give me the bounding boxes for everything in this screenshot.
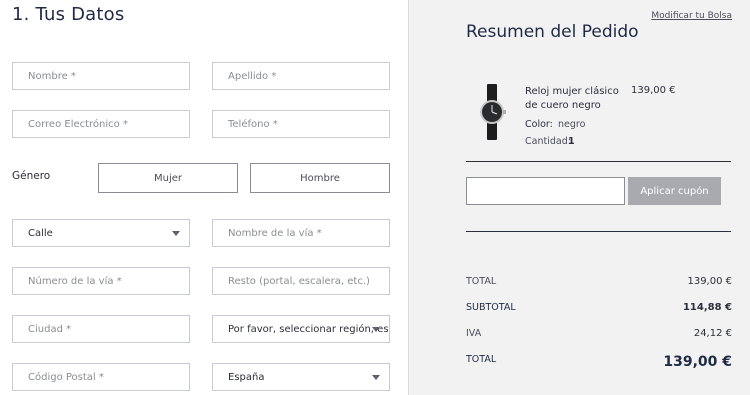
coupon-input[interactable] xyxy=(466,177,625,205)
postal-code-input[interactable]: Código Postal * xyxy=(12,363,190,391)
resto-input[interactable]: Resto (portal, escalera, etc.) xyxy=(212,267,390,295)
product-qty-label: Cantidad: xyxy=(525,136,571,147)
iva-value: 24,12 € xyxy=(693,328,732,339)
apellido-input[interactable]: Apellido * xyxy=(212,62,390,90)
product-color-label: Color: xyxy=(525,119,553,130)
email-input[interactable]: Correo Electrónico * xyxy=(12,110,190,138)
via-numero-input[interactable]: Número de la vía * xyxy=(12,267,190,295)
country-value: España xyxy=(228,371,265,383)
street-type-value: Calle xyxy=(28,227,53,239)
watch-product-image[interactable] xyxy=(471,84,513,140)
total-value: 139,00 € xyxy=(687,276,732,287)
divider xyxy=(466,231,731,232)
total-label: TOTAL xyxy=(466,276,497,287)
chevron-down-icon xyxy=(372,327,380,332)
apply-coupon-button[interactable]: Aplicar cupón xyxy=(628,177,721,205)
nombre-input[interactable]: Nombre * xyxy=(12,62,190,90)
summary-title: Resumen del Pedido xyxy=(466,22,639,42)
product-color-value: negro xyxy=(558,119,586,130)
region-value: Por favor, seleccionar región, es xyxy=(228,323,389,335)
telefono-input[interactable]: Teléfono * xyxy=(212,110,390,138)
iva-label: IVA xyxy=(466,328,482,339)
genero-label: Género xyxy=(12,170,51,182)
chevron-down-icon xyxy=(372,375,380,380)
subtotal-label: SUBTOTAL xyxy=(466,302,516,313)
chevron-down-icon xyxy=(172,231,180,236)
divider xyxy=(466,161,731,162)
region-select[interactable]: Por favor, seleccionar región, es xyxy=(212,315,390,343)
street-type-select[interactable]: Calle xyxy=(12,219,190,247)
modify-bag-link[interactable]: Modificar tu Bolsa xyxy=(651,11,732,21)
product-qty-value: 1 xyxy=(568,136,575,147)
grand-total-value: 139,00 € xyxy=(663,354,732,370)
grand-total-label: TOTAL xyxy=(466,354,497,365)
order-summary-panel: Modificar tu Bolsa Resumen del Pedido Re… xyxy=(409,0,750,395)
customer-form-panel: 1. Tus Datos Nombre * Apellido * Correo … xyxy=(0,0,409,395)
via-nombre-input[interactable]: Nombre de la vía * xyxy=(212,219,390,247)
ciudad-input[interactable]: Ciudad * xyxy=(12,315,190,343)
section-title: 1. Tus Datos xyxy=(12,4,125,25)
product-price: 139,00 € xyxy=(631,85,676,96)
gender-mujer-button[interactable]: Mujer xyxy=(98,163,238,193)
product-name[interactable]: Reloj mujer clásico de cuero negro xyxy=(525,85,630,113)
subtotal-value: 114,88 € xyxy=(682,302,732,313)
country-select[interactable]: España xyxy=(212,363,390,391)
gender-hombre-button[interactable]: Hombre xyxy=(250,163,390,193)
